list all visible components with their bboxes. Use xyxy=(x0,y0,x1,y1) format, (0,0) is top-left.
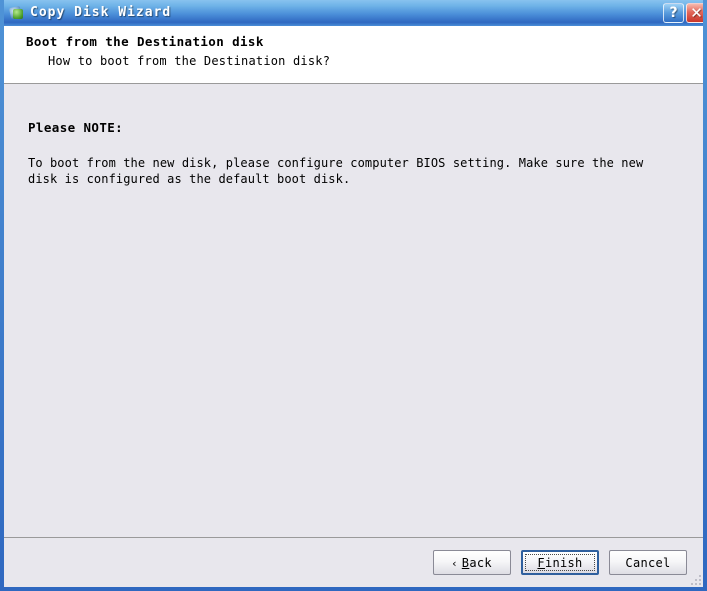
cancel-button-label: Cancel xyxy=(625,555,671,570)
note-body: To boot from the new disk, please config… xyxy=(28,156,644,186)
back-button-label: ‹ Back xyxy=(452,555,492,570)
finish-button-label: Finish xyxy=(537,555,583,570)
finish-button[interactable]: Finish xyxy=(521,550,599,575)
wizard-header: Boot from the Destination disk How to bo… xyxy=(4,26,703,84)
copy-disk-wizard-window: Copy Disk Wizard ? ✕ Boot from the Desti… xyxy=(0,0,707,591)
chevron-left-icon: ‹ xyxy=(452,556,457,570)
note-title: Please NOTE: xyxy=(28,120,124,135)
help-button[interactable]: ? xyxy=(663,3,684,23)
wizard-footer: ‹ Back Finish Cancel xyxy=(4,537,703,587)
page-subtitle: How to boot from the Destination disk? xyxy=(48,54,331,68)
resize-grip[interactable] xyxy=(687,571,701,585)
wizard-content: Please NOTE: To boot from the new disk, … xyxy=(4,85,703,537)
disk-copy-icon xyxy=(8,5,25,21)
footer-button-group: ‹ Back Finish Cancel xyxy=(433,550,687,575)
window-title: Copy Disk Wizard xyxy=(30,5,172,20)
title-bar[interactable]: Copy Disk Wizard ? ✕ xyxy=(4,0,703,26)
page-title: Boot from the Destination disk xyxy=(26,34,264,49)
back-button[interactable]: ‹ Back xyxy=(433,550,511,575)
cancel-button[interactable]: Cancel xyxy=(609,550,687,575)
close-button[interactable]: ✕ xyxy=(686,3,703,23)
